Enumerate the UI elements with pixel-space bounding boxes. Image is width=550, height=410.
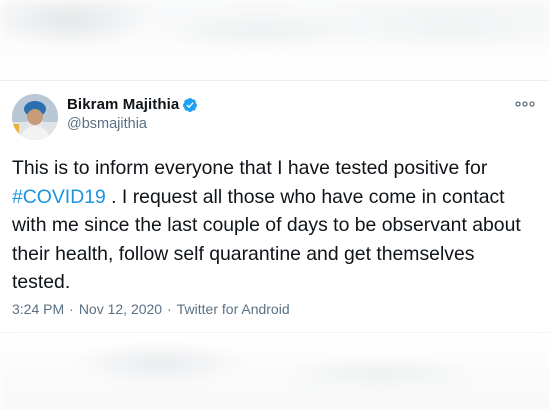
tweet-text: This is to inform everyone that I have t…: [12, 154, 537, 297]
more-horizontal-icon: [515, 101, 535, 107]
tweet-time[interactable]: 3:24 PM: [12, 301, 64, 317]
blurred-background-top: [0, 0, 550, 80]
author-name-row[interactable]: Bikram Majithia: [67, 96, 198, 113]
tweet-metadata: 3:24 PM · Nov 12, 2020 · Twitter for And…: [12, 301, 290, 317]
hashtag-link[interactable]: #COVID19: [12, 186, 106, 208]
display-name[interactable]: Bikram Majithia: [67, 96, 179, 113]
profile-photo: [12, 94, 58, 140]
verified-badge-icon: [182, 97, 198, 113]
tweet-date[interactable]: Nov 12, 2020: [79, 301, 162, 317]
avatar[interactable]: [12, 94, 58, 140]
tweet-card: Bikram Majithia @bsmajithia This is to i…: [0, 80, 550, 333]
separator-dot: ·: [69, 301, 74, 317]
author-handle[interactable]: @bsmajithia: [67, 116, 147, 132]
blurred-background-bottom: [0, 333, 550, 410]
tweet-source[interactable]: Twitter for Android: [177, 301, 290, 317]
tweet-text-before: This is to inform everyone that I have t…: [12, 157, 488, 179]
separator-dot: ·: [167, 301, 172, 317]
more-options-button[interactable]: [514, 97, 536, 111]
